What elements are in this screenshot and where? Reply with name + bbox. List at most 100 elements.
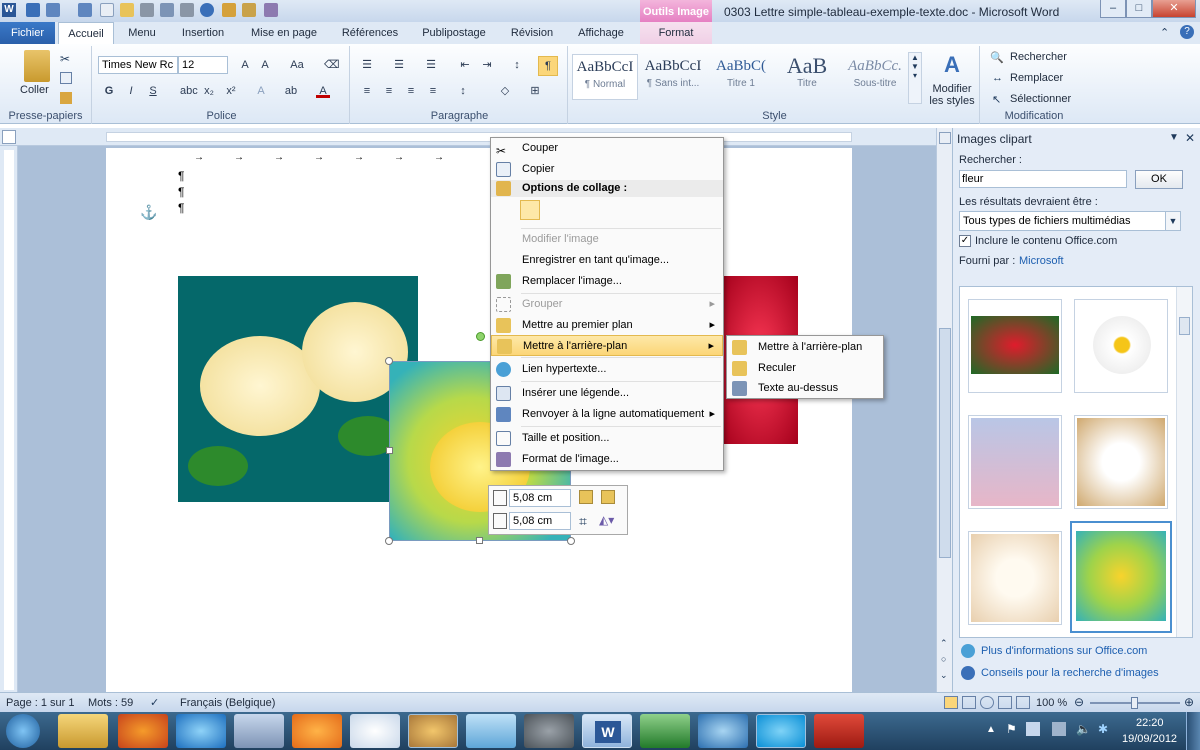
excel-icon[interactable] [640, 714, 690, 748]
customize-qat-icon[interactable] [264, 3, 278, 17]
change-styles-button[interactable]: Modifier les styles [926, 83, 978, 107]
firefox-icon[interactable] [118, 714, 168, 748]
menu-bring-to-front[interactable]: Mettre au premier plan ▸ [491, 315, 723, 336]
grow-font-icon[interactable]: A [238, 58, 252, 72]
document-page[interactable]: →→→→→→→ ¶ ¶ ¶ ⚓ 5,08 cm 5,08 cm ⌗ ◭▾ [106, 148, 852, 692]
vertical-ruler[interactable] [0, 146, 18, 692]
menu-cut[interactable]: ✂ Couper [491, 138, 723, 159]
tab-references[interactable]: Références [334, 22, 406, 44]
tab-review[interactable]: Révision [502, 22, 562, 44]
next-page-icon[interactable]: ⌄ [940, 670, 948, 681]
selection-handle[interactable] [385, 357, 393, 365]
maximize-button[interactable]: □ [1126, 0, 1152, 18]
include-office-checkbox[interactable]: ✓ [959, 235, 971, 247]
font-size-combo[interactable]: 12 [178, 56, 228, 74]
bold-icon[interactable]: G [102, 84, 116, 98]
help-icon[interactable]: ? [1180, 25, 1194, 39]
ruler-toggle-icon[interactable] [939, 132, 951, 144]
align-left-icon[interactable]: ≡ [360, 84, 374, 98]
bring-front-icon[interactable] [579, 490, 593, 504]
menu-copy[interactable]: Copier [491, 159, 723, 180]
width-field[interactable]: 5,08 cm [509, 512, 571, 530]
page-count[interactable]: Page : 1 sur 1 [6, 697, 75, 709]
paste-keep-format-button[interactable] [520, 200, 540, 220]
clear-format-icon[interactable]: ⌫ [324, 58, 340, 72]
paste-icon[interactable] [24, 50, 50, 82]
shading-icon[interactable]: ◇ [498, 84, 512, 98]
tab-view[interactable]: Affichage [568, 22, 634, 44]
menu-text-wrapping[interactable]: Renvoyer à la ligne automatiquement ▸ [491, 404, 723, 425]
tray-volume-icon[interactable]: 🔈 [1076, 722, 1091, 736]
explorer-icon[interactable] [58, 714, 108, 748]
tab-format[interactable]: Format [640, 22, 712, 44]
art-palette-icon[interactable] [408, 714, 458, 748]
ribbon-minimize-icon[interactable]: ⌃ [1160, 26, 1169, 39]
align-center-icon[interactable]: ≡ [382, 84, 396, 98]
word-taskbar-icon[interactable]: W [582, 714, 632, 748]
select-icon[interactable]: ↖ [992, 93, 1001, 106]
clipart-thumbnail[interactable] [1074, 299, 1168, 393]
style-heading-1[interactable]: AaBbC(Titre 1 [708, 54, 774, 100]
select-arrow-icon[interactable]: ▼ [1165, 211, 1181, 231]
close-button[interactable]: ✕ [1152, 0, 1196, 18]
font-name-combo[interactable]: Times New Rc [98, 56, 178, 74]
menu-format-image[interactable]: Format de l'image... [491, 449, 723, 470]
vertical-scrollbar[interactable]: ⌃ ○ ⌄ [936, 128, 952, 692]
results-scrollbar[interactable] [1176, 287, 1192, 637]
tab-page-layout[interactable]: Mise en page [240, 22, 328, 44]
preview-icon[interactable] [160, 3, 174, 17]
media-player-icon[interactable] [292, 714, 342, 748]
decrease-indent-icon[interactable]: ⇤ [458, 58, 472, 72]
zoom-level[interactable]: 100 % [1036, 697, 1067, 709]
clipart-thumbnail[interactable] [968, 299, 1062, 393]
thunderbird-icon[interactable] [698, 714, 748, 748]
text-effects-icon[interactable]: A [254, 84, 268, 98]
acrobat-icon[interactable] [814, 714, 864, 748]
superscript-icon[interactable]: x² [224, 84, 238, 98]
height-field[interactable]: 5,08 cm [509, 489, 571, 507]
zoom-out-icon[interactable]: ⊖ [1074, 695, 1084, 709]
style-no-spacing[interactable]: AaBbCcI ¶ Sans int... [640, 54, 706, 100]
menu-save-as-image[interactable]: Enregistrer en tant qu'image... [491, 250, 723, 271]
clock-time[interactable]: 22:20 [1136, 717, 1164, 729]
gimp-icon[interactable] [524, 714, 574, 748]
submenu-send-backward[interactable]: Reculer [727, 358, 883, 379]
sort-icon[interactable]: ↕ [510, 58, 524, 72]
selection-handle[interactable] [385, 537, 393, 545]
justify-icon[interactable]: ≡ [426, 84, 440, 98]
menu-send-to-back[interactable]: Mettre à l'arrière-plan ▸ [491, 335, 723, 356]
clipart-thumbnail[interactable] [968, 415, 1062, 509]
new-doc-icon[interactable] [100, 3, 114, 17]
redo-icon[interactable] [78, 3, 92, 17]
results-type-select[interactable]: Tous types de fichiers multimédias [959, 211, 1181, 231]
find-button[interactable]: Rechercher [1010, 51, 1067, 63]
align-right-icon[interactable]: ≡ [404, 84, 418, 98]
proofing-icon[interactable]: ✓ [150, 696, 159, 709]
scroll-thumb[interactable] [1179, 317, 1190, 335]
underline-icon[interactable]: S [146, 84, 160, 98]
multilevel-list-icon[interactable]: ☰ [424, 58, 438, 72]
italic-icon[interactable]: I [124, 84, 138, 98]
submenu-send-to-back[interactable]: Mettre à l'arrière-plan [727, 337, 883, 358]
clipart-thumbnail[interactable] [1074, 415, 1168, 509]
view-web-icon[interactable] [980, 696, 994, 709]
minimize-button[interactable]: – [1100, 0, 1126, 18]
zoom-in-icon[interactable]: ⊕ [1184, 695, 1194, 709]
view-reading-icon[interactable] [962, 696, 976, 709]
style-subtitle[interactable]: AaBbCc. Sous-titre [842, 54, 908, 100]
office-more-link[interactable]: Plus d'informations sur Office.com [981, 645, 1147, 657]
quick-print-icon[interactable] [180, 3, 194, 17]
help-icon[interactable] [200, 3, 214, 17]
zoom-slider-thumb[interactable] [1131, 697, 1138, 709]
photo-viewer-icon[interactable] [234, 714, 284, 748]
styles-scroll-icon[interactable]: ▲ ▼ ▾ [908, 52, 922, 104]
menu-insert-caption[interactable]: Insérer une légende... [491, 383, 723, 404]
send-back-icon[interactable] [601, 490, 615, 504]
strikethrough-icon[interactable]: abc [180, 84, 198, 98]
replace-button[interactable]: Remplacer [1010, 72, 1063, 84]
pane-options-icon[interactable]: ▼ [1169, 132, 1179, 143]
tray-flag-icon[interactable]: ⚑ [1006, 722, 1017, 736]
change-case-icon[interactable]: Aa [290, 58, 304, 72]
selection-handle[interactable] [386, 447, 393, 454]
print-icon[interactable] [140, 3, 154, 17]
